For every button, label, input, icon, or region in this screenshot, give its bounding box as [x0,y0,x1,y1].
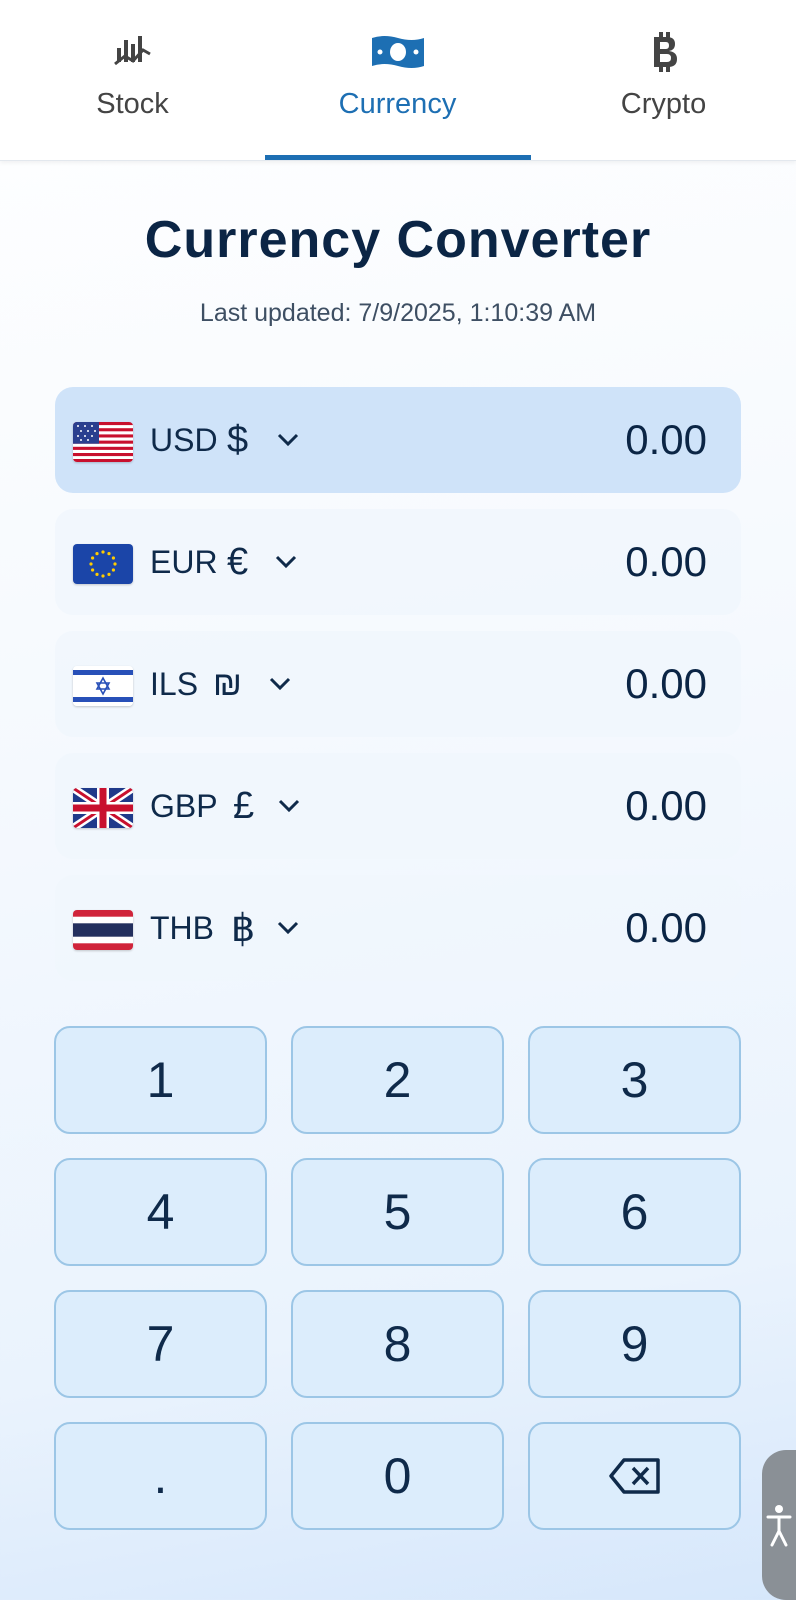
chevron-down-icon[interactable] [269,677,291,691]
currency-amount[interactable]: 0.00 [625,538,707,586]
key-3[interactable]: 3 [528,1026,741,1134]
key-7[interactable]: 7 [54,1290,267,1398]
key-4[interactable]: 4 [54,1158,267,1266]
active-tab-indicator [265,155,531,160]
tab-crypto-label: Crypto [620,88,707,120]
key-6[interactable]: 6 [528,1158,741,1266]
currency-amount[interactable]: 0.00 [625,660,707,708]
tab-currency[interactable]: Currency [265,0,530,160]
thailand-flag-icon [73,910,133,950]
currency-code: USD [150,421,218,458]
key-0[interactable]: 0 [291,1422,504,1530]
chevron-down-icon[interactable] [278,799,300,813]
accessibility-icon [766,1505,792,1547]
top-tab-bar: Stock Currency Crypto [0,0,796,161]
key-2[interactable]: 2 [291,1026,504,1134]
key-5[interactable]: 5 [291,1158,504,1266]
bitcoin-icon [648,30,680,74]
currency-amount[interactable]: 0.00 [625,782,707,830]
currency-row-eur[interactable]: EUR € 0.00 [55,509,741,615]
key-1[interactable]: 1 [54,1026,267,1134]
accessibility-button[interactable] [762,1450,796,1600]
eu-flag-icon [73,544,133,584]
currency-row-ils[interactable]: ILS ₪ 0.00 [55,631,741,737]
chevron-down-icon[interactable] [277,921,299,935]
tab-stock[interactable]: Stock [0,0,265,160]
currency-amount[interactable]: 0.00 [625,904,707,952]
backspace-icon [608,1458,660,1494]
currency-symbol: € [227,540,249,583]
currency-code: ILS [150,665,199,702]
currency-code: THB [150,909,214,946]
banknote-icon [370,30,426,74]
israel-flag-icon [73,666,133,706]
currency-code: EUR [150,543,218,580]
currency-row-thb[interactable]: THB ฿ 0.00 [55,875,741,981]
page-title: Currency Converter [144,211,652,269]
key-decimal[interactable]: . [54,1422,267,1530]
currency-row-usd[interactable]: USD $ 0.00 [55,387,741,493]
currency-symbol: $ [227,418,249,461]
uk-flag-icon [73,788,133,828]
currency-symbol: ฿ [231,907,256,950]
chevron-down-icon[interactable] [277,433,299,447]
key-9[interactable]: 9 [528,1290,741,1398]
key-8[interactable]: 8 [291,1290,504,1398]
tab-stock-label: Stock [96,88,169,120]
tab-crypto[interactable]: Crypto [531,0,796,160]
currency-symbol: £ [233,784,255,827]
currency-row-gbp[interactable]: GBP £ 0.00 [55,753,741,859]
tab-currency-label: Currency [338,88,457,120]
currency-code: GBP [150,787,218,824]
currency-symbol: ₪ [213,664,242,703]
chevron-down-icon[interactable] [275,555,297,569]
stock-chart-icon [113,30,153,74]
last-updated-text: Last updated: 7/9/2025, 1:10:39 AM [199,299,597,327]
backspace-button[interactable] [528,1422,741,1530]
us-flag-icon [73,422,133,462]
currency-amount[interactable]: 0.00 [625,416,707,464]
